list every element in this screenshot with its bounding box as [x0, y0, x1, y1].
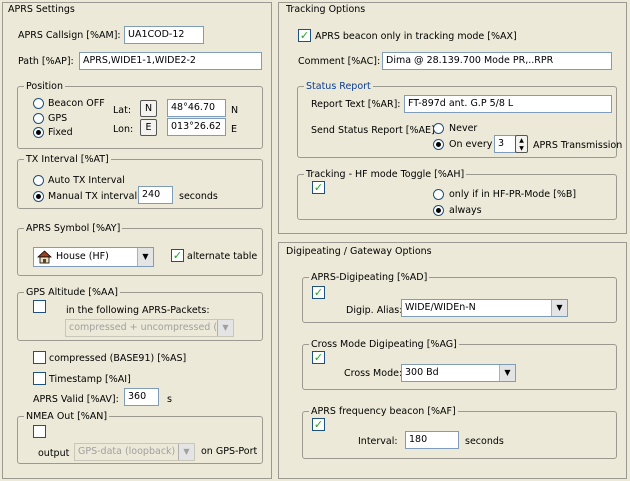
toggle-checkbox[interactable]: ✓	[312, 181, 325, 194]
every-input[interactable]: 3	[494, 135, 516, 153]
freq-beacon-checkbox[interactable]: ✓	[312, 418, 325, 431]
cross-mode-title: Cross Mode Digipeating [%AG]	[309, 338, 459, 351]
altitude-label: in the following APRS-Packets:	[66, 305, 210, 316]
tx-interval-title: TX Interval [%AT]	[24, 153, 111, 166]
cross-mode-checkbox[interactable]: ✓	[312, 351, 325, 364]
callsign-input[interactable]: UA1COD-12	[124, 26, 204, 44]
report-text-input[interactable]: FT-897d ant. G.P 5/8 L	[404, 95, 612, 113]
chevron-down-icon[interactable]: ▼	[551, 300, 567, 316]
nmea-output-value: GPS-data (loopback)	[78, 446, 176, 457]
cross-mode-value: 300 Bd	[405, 367, 439, 378]
aprs-settings-title: APRS Settings	[8, 4, 75, 15]
nmea-checkbox[interactable]	[33, 425, 46, 438]
digi-alias-value: WIDE/WIDEn-N	[405, 302, 476, 313]
gps-radio[interactable]	[33, 113, 44, 124]
lon-hemisphere-button[interactable]: E	[140, 119, 157, 136]
digi-alias-select[interactable]: WIDE/WIDEn-N ▼	[401, 299, 568, 317]
manual-tx-label: Manual TX interval:	[48, 191, 141, 202]
manual-tx-input[interactable]: 240	[138, 186, 173, 204]
nmea-port-label: on GPS-Port	[201, 446, 258, 457]
beacon-only-label: APRS beacon only in tracking mode [%AX]	[315, 31, 517, 42]
auto-tx-label: Auto TX Interval	[48, 175, 125, 186]
aprs-digi-title: APRS-Digipeating [%AD]	[309, 271, 430, 284]
gps-label: GPS	[48, 113, 68, 124]
lat-input[interactable]: 48°46.70	[167, 99, 226, 117]
interval-unit: seconds	[465, 436, 504, 447]
on-every-label: On every	[449, 139, 493, 150]
manual-tx-unit: seconds	[179, 191, 218, 202]
interval-input[interactable]: 180	[405, 431, 459, 449]
cross-mode-select[interactable]: 300 Bd ▼	[401, 364, 516, 382]
fixed-label: Fixed	[48, 127, 73, 138]
transmission-label: APRS Transmission	[533, 140, 623, 151]
altitude-title: GPS Altitude [%AA]	[24, 286, 120, 299]
manual-tx-radio[interactable]	[33, 191, 44, 202]
lat-label: Lat:	[113, 105, 132, 116]
lat-suffix: N	[231, 105, 239, 116]
aprs-valid-label: APRS Valid [%AV]:	[33, 394, 119, 405]
compressed-label: compressed (BASE91) [%AS]	[49, 353, 187, 364]
beacon-off-label: Beacon OFF	[48, 98, 105, 109]
freq-beacon-title: APRS frequency beacon [%AF]	[309, 405, 458, 418]
never-label: Never	[449, 123, 478, 134]
compressed-checkbox[interactable]	[33, 351, 46, 364]
callsign-label: APRS Callsign [%AM]:	[18, 30, 121, 41]
tracking-title: Tracking Options	[286, 4, 366, 15]
aprs-digi-checkbox[interactable]: ✓	[312, 286, 325, 299]
aprs-valid-input[interactable]: 360	[124, 388, 159, 406]
toggle-title: Tracking - HF mode Toggle [%AH]	[304, 168, 467, 181]
fixed-radio[interactable]	[33, 127, 44, 138]
chevron-down-icon[interactable]: ▼	[137, 248, 153, 266]
always-radio[interactable]	[433, 205, 444, 216]
freq-beacon-group: APRS frequency beacon [%AF]	[302, 405, 617, 459]
altitude-checkbox[interactable]	[33, 300, 46, 313]
alternate-table-checkbox[interactable]: ✓	[171, 249, 184, 262]
chevron-down-icon[interactable]: ▼	[499, 365, 515, 381]
status-report-title: Status Report	[304, 80, 373, 93]
symbol-select[interactable]: House (HF) ▼	[33, 247, 154, 267]
beacon-off-radio[interactable]	[33, 98, 44, 109]
alternate-table-label: alternate table	[187, 251, 258, 262]
altitude-select[interactable]: compressed + uncompressed (2) ▼	[65, 319, 234, 337]
position-title: Position	[24, 80, 65, 93]
cross-mode-label: Cross Mode:	[344, 368, 403, 379]
lon-label: Lon:	[113, 124, 134, 135]
lat-hemisphere-button[interactable]: N	[140, 100, 157, 117]
on-every-radio[interactable]	[433, 139, 444, 150]
path-input[interactable]: APRS,WIDE1-1,WIDE2-2	[79, 52, 262, 70]
timestamp-label: Timestamp [%AI]	[49, 374, 131, 385]
auto-tx-radio[interactable]	[33, 175, 44, 186]
always-label: always	[449, 205, 482, 216]
digi-title: Digipeating / Gateway Options	[286, 246, 432, 257]
nmea-output-label: output	[38, 448, 70, 459]
path-label: Path [%AP]:	[18, 56, 74, 67]
nmea-output-select[interactable]: GPS-data (loopback) ▼	[74, 443, 195, 461]
symbol-title: APRS Symbol [%AY]	[24, 222, 123, 235]
send-status-label: Send Status Report [%AE]:	[311, 125, 438, 136]
only-hf-radio[interactable]	[433, 189, 444, 200]
lon-suffix: E	[231, 124, 238, 135]
comment-label: Comment [%AC]:	[298, 56, 381, 67]
aprs-valid-unit: s	[167, 394, 172, 405]
house-icon	[36, 250, 53, 264]
chevron-down-icon[interactable]: ▼	[178, 444, 194, 460]
beacon-only-checkbox[interactable]: ✓	[298, 29, 311, 42]
only-hf-label: only if in HF-PR-Mode [%B]	[449, 189, 577, 200]
never-radio[interactable]	[433, 123, 444, 134]
lon-input[interactable]: 013°26.62	[167, 118, 226, 136]
altitude-select-value: compressed + uncompressed (2)	[69, 322, 227, 333]
nmea-title: NMEA Out [%AN]	[24, 410, 110, 423]
chevron-down-icon[interactable]: ▼	[217, 320, 233, 336]
comment-input[interactable]: Dima @ 28.139.700 Mode PR,..RPR	[382, 52, 612, 70]
every-spinner[interactable]: ▲ ▼	[515, 135, 528, 153]
interval-label: Interval:	[358, 436, 398, 447]
timestamp-checkbox[interactable]	[33, 372, 46, 385]
symbol-value: House (HF)	[56, 251, 109, 262]
report-text-label: Report Text [%AR]:	[311, 99, 401, 110]
digi-alias-label: Digip. Alias:	[346, 305, 403, 316]
